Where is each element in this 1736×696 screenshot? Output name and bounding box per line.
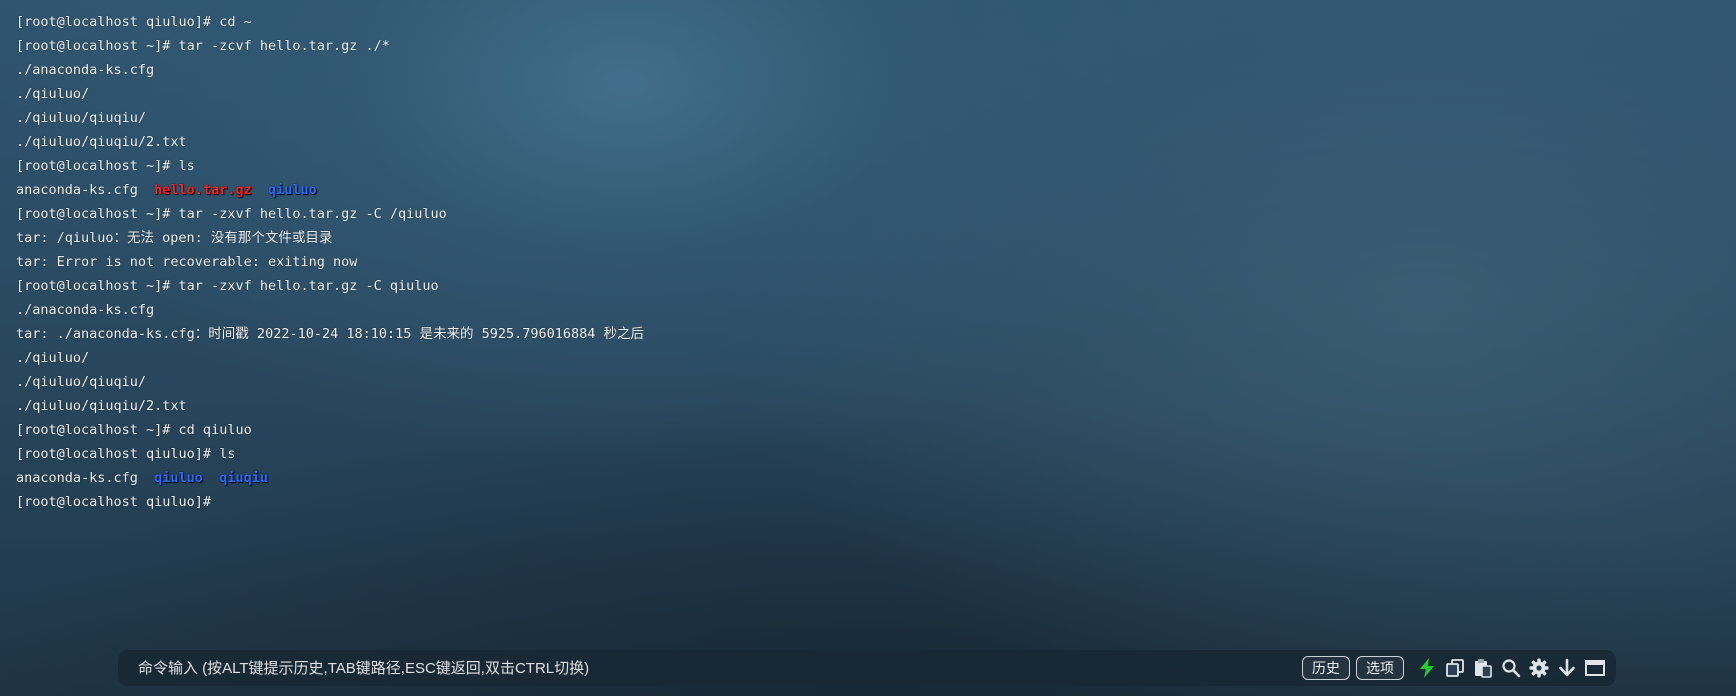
terminal-line: tar: /qiuluo：无法 open: 没有那个文件或目录 — [16, 226, 1696, 250]
terminal-line: [root@localhost ~]# ls — [16, 154, 1696, 178]
directory-name: qiuqiu — [219, 470, 268, 486]
terminal-line: [root@localhost qiuluo]# cd ~ — [16, 10, 1696, 34]
terminal-text: ./qiuluo/qiuqiu/2.txt — [16, 398, 187, 414]
history-button[interactable]: 历史 — [1302, 656, 1350, 680]
terminal-line: [root@localhost ~]# tar -zxvf hello.tar.… — [16, 202, 1696, 226]
directory-name: qiuluo — [267, 182, 317, 198]
terminal-line: [root@localhost ~]# cd qiuluo — [16, 418, 1696, 442]
terminal-line: ./qiuluo/qiuqiu/ — [16, 106, 1696, 130]
terminal-line: tar: ./anaconda-ks.cfg：时间戳 2022-10-24 18… — [16, 322, 1696, 346]
terminal-text: [root@localhost ~]# ls — [16, 158, 195, 174]
terminal-text: [root@localhost ~]# tar -zxvf hello.tar.… — [16, 206, 447, 222]
terminal-text: ./anaconda-ks.cfg — [16, 302, 155, 318]
lightning-icon[interactable] — [1416, 657, 1438, 679]
terminal-line: ./anaconda-ks.cfg — [16, 58, 1696, 82]
terminal-text: [root@localhost ~]# cd qiuluo — [16, 422, 252, 438]
terminal-line: ./qiuluo/qiuqiu/2.txt — [16, 394, 1696, 418]
terminal-line: [root@localhost qiuluo]# — [16, 490, 1696, 514]
terminal-line: [root@localhost ~]# tar -zcvf hello.tar.… — [16, 34, 1696, 58]
options-button[interactable]: 选项 — [1356, 656, 1404, 680]
terminal-text: anaconda-ks.cfg — [16, 470, 155, 486]
terminal-line: [root@localhost ~]# tar -zxvf hello.tar.… — [16, 274, 1696, 298]
copy-icon[interactable] — [1444, 657, 1466, 679]
terminal-line: ./qiuluo/ — [16, 82, 1696, 106]
download-arrow-icon[interactable] — [1556, 657, 1578, 679]
terminal-line: ./anaconda-ks.cfg — [16, 298, 1696, 322]
terminal-text: ./qiuluo/qiuqiu/2.txt — [16, 134, 187, 150]
terminal-text: [root@localhost qiuluo]# — [16, 494, 212, 510]
gear-icon[interactable] — [1528, 657, 1550, 679]
search-icon[interactable] — [1500, 657, 1522, 679]
terminal-text: tar: /qiuluo：无法 open: 没有那个文件或目录 — [16, 230, 333, 246]
terminal-text: ./qiuluo/qiuqiu/ — [16, 110, 147, 126]
terminal-line: anaconda-ks.cfg qiuluo qiuqiu — [16, 466, 1696, 490]
terminal-line: anaconda-ks.cfg hello.tar.gz qiuluo — [16, 178, 1696, 202]
archive-file-name: hello.tar.gz — [154, 182, 252, 198]
terminal-line: [root@localhost qiuluo]# ls — [16, 442, 1696, 466]
terminal-text: [root@localhost ~]# tar -zcvf hello.tar.… — [16, 38, 390, 54]
terminal-text: ./anaconda-ks.cfg — [16, 62, 155, 78]
terminal-text: ./qiuluo/qiuqiu/ — [16, 374, 147, 390]
terminal-text: ./qiuluo/ — [16, 350, 90, 366]
terminal-line: tar: Error is not recoverable: exiting n… — [16, 250, 1696, 274]
command-input[interactable] — [138, 659, 1296, 677]
terminal-line: ./qiuluo/qiuqiu/ — [16, 370, 1696, 394]
directory-name: qiuluo — [154, 470, 203, 486]
command-input-bar: 历史 选项 — [118, 650, 1616, 686]
terminal-text: tar: ./anaconda-ks.cfg：时间戳 2022-10-24 18… — [16, 326, 645, 342]
terminal-text: ./qiuluo/ — [16, 86, 90, 102]
terminal-output[interactable]: [root@localhost qiuluo]# cd ~ [root@local… — [16, 10, 1696, 514]
terminal-text: tar: Error is not recoverable: exiting n… — [16, 254, 358, 270]
window-icon[interactable] — [1584, 657, 1606, 679]
terminal-text: anaconda-ks.cfg — [16, 182, 155, 198]
terminal-text: [root@localhost ~]# tar -zxvf hello.tar.… — [16, 278, 439, 294]
terminal-line: ./qiuluo/qiuqiu/2.txt — [16, 130, 1696, 154]
terminal-text: [root@localhost qiuluo]# cd ~ — [16, 14, 252, 30]
paste-icon[interactable] — [1472, 657, 1494, 679]
terminal-line: ./qiuluo/ — [16, 346, 1696, 370]
terminal-text: [root@localhost qiuluo]# ls — [16, 446, 236, 462]
